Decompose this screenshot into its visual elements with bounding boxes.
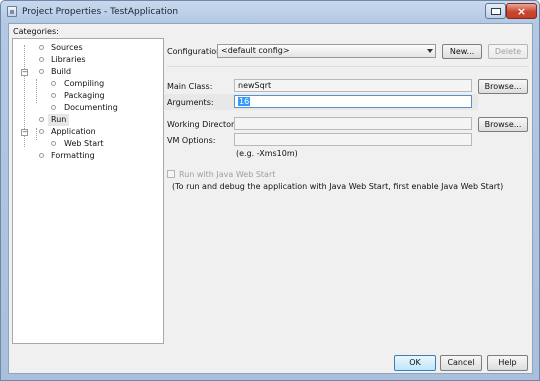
tree-item-label: Libraries [51, 55, 86, 64]
main-class-field[interactable]: newSqrt [234, 79, 472, 92]
collapse-icon[interactable]: − [21, 129, 28, 136]
project-properties-window: Project Properties - TestApplication × C… [0, 0, 540, 381]
arguments-value: 16 [238, 97, 251, 106]
arguments-field[interactable]: 16 [234, 95, 472, 108]
tree-item-libraries[interactable]: Libraries [13, 54, 163, 66]
app-window-icon [7, 6, 17, 17]
node-icon [51, 81, 56, 86]
tree-item-label: Application [51, 127, 96, 136]
delete-config-button[interactable]: Delete [488, 44, 528, 59]
run-with-web-start-label: Run with Java Web Start [179, 170, 276, 179]
tree-item-label: Packaging [64, 91, 105, 100]
configuration-value: <default config> [221, 46, 290, 55]
ok-button[interactable]: OK [394, 355, 436, 371]
chevron-down-icon [427, 49, 433, 53]
cancel-button[interactable]: Cancel [440, 355, 482, 371]
tree-item-build[interactable]: − Build [13, 66, 163, 78]
close-icon: × [516, 5, 527, 18]
separator [167, 66, 529, 67]
vm-options-field[interactable] [234, 133, 472, 146]
node-icon [39, 57, 44, 62]
vm-options-hint: (e.g. -Xms10m) [236, 149, 298, 158]
collapse-icon[interactable]: − [21, 69, 28, 76]
node-icon [39, 153, 44, 158]
tree-item-compiling[interactable]: Compiling [13, 78, 163, 90]
tree-item-label: Documenting [64, 103, 118, 112]
configuration-label: Configuration: [167, 47, 224, 56]
tree-item-run[interactable]: Run [13, 114, 163, 126]
categories-label: Categories: [13, 27, 59, 36]
tree-item-label: Web Start [64, 139, 104, 148]
browse-main-class-button[interactable]: Browse... [478, 79, 528, 94]
tree-item-web-start[interactable]: Web Start [13, 138, 163, 150]
tree-item-label: Build [51, 67, 72, 76]
categories-tree[interactable]: Sources Libraries − Build Compiling Pack… [12, 38, 164, 344]
browse-working-directory-button[interactable]: Browse... [478, 117, 528, 132]
new-config-button[interactable]: New... [442, 44, 482, 59]
vm-options-label: VM Options: [167, 136, 216, 145]
tree-item-documenting[interactable]: Documenting [13, 102, 163, 114]
node-icon [39, 69, 44, 74]
window-title: Project Properties - TestApplication [22, 7, 179, 17]
working-directory-label: Working Directory: [167, 120, 242, 129]
main-class-label: Main Class: [167, 82, 213, 91]
node-icon [39, 117, 44, 122]
working-directory-field[interactable] [234, 117, 472, 130]
close-button[interactable]: × [506, 3, 537, 19]
run-with-web-start-checkbox[interactable] [167, 170, 175, 178]
tree-item-packaging[interactable]: Packaging [13, 90, 163, 102]
tree-item-label: Sources [51, 43, 83, 52]
node-icon [51, 93, 56, 98]
node-icon [39, 129, 44, 134]
dialog-content: Categories: Sources Libraries − Build Co [8, 23, 533, 374]
tree-item-label: Compiling [64, 79, 105, 88]
node-icon [51, 105, 56, 110]
web-start-note: (To run and debug the application with J… [172, 182, 504, 191]
arguments-label: Arguments: [167, 98, 214, 107]
tree-item-application[interactable]: − Application [13, 126, 163, 138]
node-icon [51, 141, 56, 146]
tree-item-sources[interactable]: Sources [13, 42, 163, 54]
title-bar[interactable]: Project Properties - TestApplication × [1, 1, 539, 23]
minimize-button[interactable] [485, 3, 506, 19]
tree-item-label: Formatting [51, 151, 95, 160]
help-button[interactable]: Help [487, 355, 528, 371]
minimize-icon [491, 8, 501, 15]
node-icon [39, 45, 44, 50]
configuration-select[interactable]: <default config> [217, 44, 436, 58]
tree-item-label-selected: Run [48, 114, 70, 126]
tree-item-formatting[interactable]: Formatting [13, 150, 163, 162]
